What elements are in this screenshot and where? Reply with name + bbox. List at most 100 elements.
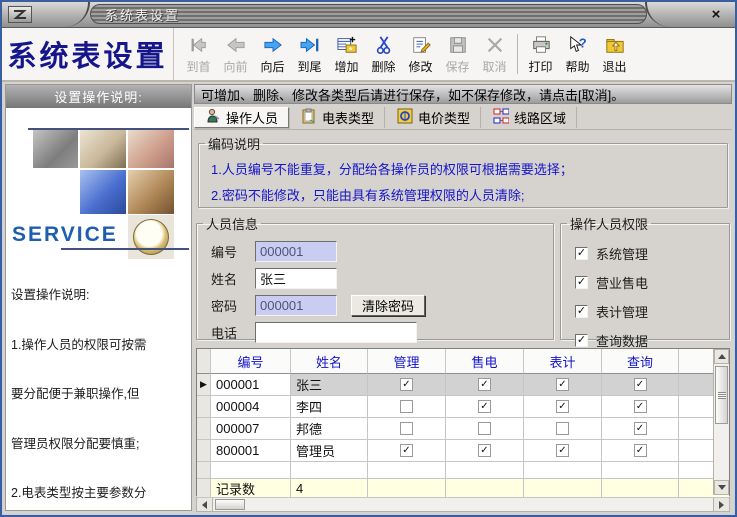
column-header[interactable]: 姓名: [291, 349, 368, 374]
cell-manage[interactable]: [368, 418, 446, 440]
toolbar-button-label: 修改: [408, 58, 432, 75]
query-checkbox[interactable]: ✓: [634, 422, 647, 435]
hscrollbar-thumb[interactable]: [215, 499, 245, 510]
cell-sales[interactable]: ✓: [446, 440, 524, 462]
tab-meter-type[interactable]: 电表类型: [291, 107, 385, 128]
meter-checkbox[interactable]: ✓: [575, 305, 588, 318]
tab-line-area[interactable]: 线路区域: [483, 107, 577, 128]
vertical-scrollbar[interactable]: [713, 349, 729, 495]
scroll-right-icon[interactable]: [713, 498, 729, 511]
toolbar-button-help[interactable]: ? 帮助: [559, 30, 596, 78]
scroll-up-icon[interactable]: [714, 349, 729, 364]
cell-id[interactable]: 800001: [211, 440, 291, 462]
cell-id[interactable]: 000001: [211, 374, 291, 396]
titlebar-capsule: 系统表设置: [90, 4, 647, 24]
sales-checkbox[interactable]: ✓: [478, 400, 491, 413]
row-selector: [197, 418, 211, 440]
cell-meter[interactable]: [524, 418, 602, 440]
cell-name[interactable]: 李四: [291, 396, 368, 418]
cell-query[interactable]: ✓: [602, 440, 679, 462]
query-checkbox[interactable]: ✓: [634, 444, 647, 457]
toolbar-button-exit[interactable]: 退出: [596, 30, 633, 78]
toolbar-button-last[interactable]: 到尾: [291, 30, 328, 78]
name-field[interactable]: [255, 268, 337, 289]
meter-checkbox[interactable]: ✓: [556, 400, 569, 413]
toolbar-button-label: 删除: [371, 58, 395, 75]
column-header[interactable]: 查询: [602, 349, 679, 374]
note-line: 1.操作人员的权限可按需: [11, 337, 189, 354]
table-row[interactable]: 800001 管理员 ✓ ✓ ✓ ✓: [197, 440, 729, 462]
cell-sales[interactable]: ✓: [446, 374, 524, 396]
toolbar-button-prev[interactable]: 向前: [217, 30, 254, 78]
column-header[interactable]: 编号: [211, 349, 291, 374]
meter-checkbox[interactable]: [556, 422, 569, 435]
close-button[interactable]: ×: [705, 5, 727, 24]
scrollbar-track[interactable]: [714, 426, 729, 480]
cell-meter[interactable]: ✓: [524, 396, 602, 418]
clear-password-button[interactable]: 清除密码: [351, 295, 425, 316]
toolbar-button-cancel[interactable]: 取消: [476, 30, 513, 78]
toolbar-button-label: 到尾: [297, 58, 321, 75]
toolbar-button-next[interactable]: 向后: [254, 30, 291, 78]
toolbar-button-print[interactable]: 打印: [522, 30, 559, 78]
line-area-icon: [493, 108, 509, 127]
manage-checkbox[interactable]: [400, 400, 413, 413]
sales-checkbox[interactable]: ✓: [478, 378, 491, 391]
column-header[interactable]: 表计: [524, 349, 602, 374]
permissions-title: 操作人员权限: [567, 214, 651, 233]
id-field[interactable]: [255, 241, 337, 262]
record-count-value: 4: [291, 479, 368, 498]
scroll-left-icon[interactable]: [197, 498, 213, 511]
cell-id[interactable]: 000007: [211, 418, 291, 440]
cell-sales[interactable]: ✓: [446, 396, 524, 418]
service-text: SERVICE: [12, 223, 118, 247]
cell-meter[interactable]: ✓: [524, 440, 602, 462]
tab-operators[interactable]: 操作人员: [194, 107, 289, 128]
toolbar-button-add[interactable]: 增加: [328, 30, 365, 78]
sales-checkbox[interactable]: ✓: [575, 276, 588, 289]
query-checkbox[interactable]: ✓: [634, 400, 647, 413]
system-checkbox[interactable]: ✓: [575, 247, 588, 260]
cell-sales[interactable]: [446, 418, 524, 440]
table-row[interactable]: ▶ 000001 张三 ✓ ✓ ✓ ✓: [197, 374, 729, 396]
sales-checkbox[interactable]: [478, 422, 491, 435]
cell-query[interactable]: ✓: [602, 418, 679, 440]
cell-id[interactable]: 000004: [211, 396, 291, 418]
help-icon: ?: [567, 33, 589, 57]
cell-name[interactable]: 邦德: [291, 418, 368, 440]
meter-checkbox[interactable]: ✓: [556, 444, 569, 457]
table-row[interactable]: 000007 邦德 ✓: [197, 418, 729, 440]
horizontal-scrollbar[interactable]: [196, 497, 730, 512]
table-row[interactable]: 000004 李四 ✓ ✓ ✓: [197, 396, 729, 418]
phone-field[interactable]: [255, 322, 417, 343]
cell-name[interactable]: 张三: [291, 374, 368, 396]
toolbar-button-save[interactable]: 保存: [439, 30, 476, 78]
toolbar-button-delete[interactable]: 删除: [365, 30, 402, 78]
column-header[interactable]: 售电: [446, 349, 524, 374]
cell-query[interactable]: ✓: [602, 396, 679, 418]
password-field[interactable]: [255, 295, 337, 316]
scroll-down-icon[interactable]: [714, 480, 729, 495]
footer-cell: [368, 479, 446, 498]
perm-system: ✓ 系统管理: [561, 239, 729, 268]
sales-checkbox[interactable]: ✓: [478, 444, 491, 457]
manage-checkbox[interactable]: ✓: [400, 444, 413, 457]
cell-meter[interactable]: ✓: [524, 374, 602, 396]
column-header[interactable]: 管理: [368, 349, 446, 374]
table-row-empty[interactable]: [197, 462, 729, 479]
tab-price-type[interactable]: 电价类型: [387, 107, 481, 128]
query-checkbox[interactable]: ✓: [575, 334, 588, 347]
meter-checkbox[interactable]: ✓: [556, 378, 569, 391]
cell-manage[interactable]: [368, 396, 446, 418]
toolbar-button-modify[interactable]: 修改: [402, 30, 439, 78]
perm-meter: ✓ 表计管理: [561, 297, 729, 326]
cell-name[interactable]: 管理员: [291, 440, 368, 462]
manage-checkbox[interactable]: ✓: [400, 378, 413, 391]
toolbar-button-first[interactable]: 到首: [180, 30, 217, 78]
query-checkbox[interactable]: ✓: [634, 378, 647, 391]
cell-manage[interactable]: ✓: [368, 440, 446, 462]
cell-query[interactable]: ✓: [602, 374, 679, 396]
manage-checkbox[interactable]: [400, 422, 413, 435]
cell-manage[interactable]: ✓: [368, 374, 446, 396]
scrollbar-thumb[interactable]: [715, 366, 728, 424]
